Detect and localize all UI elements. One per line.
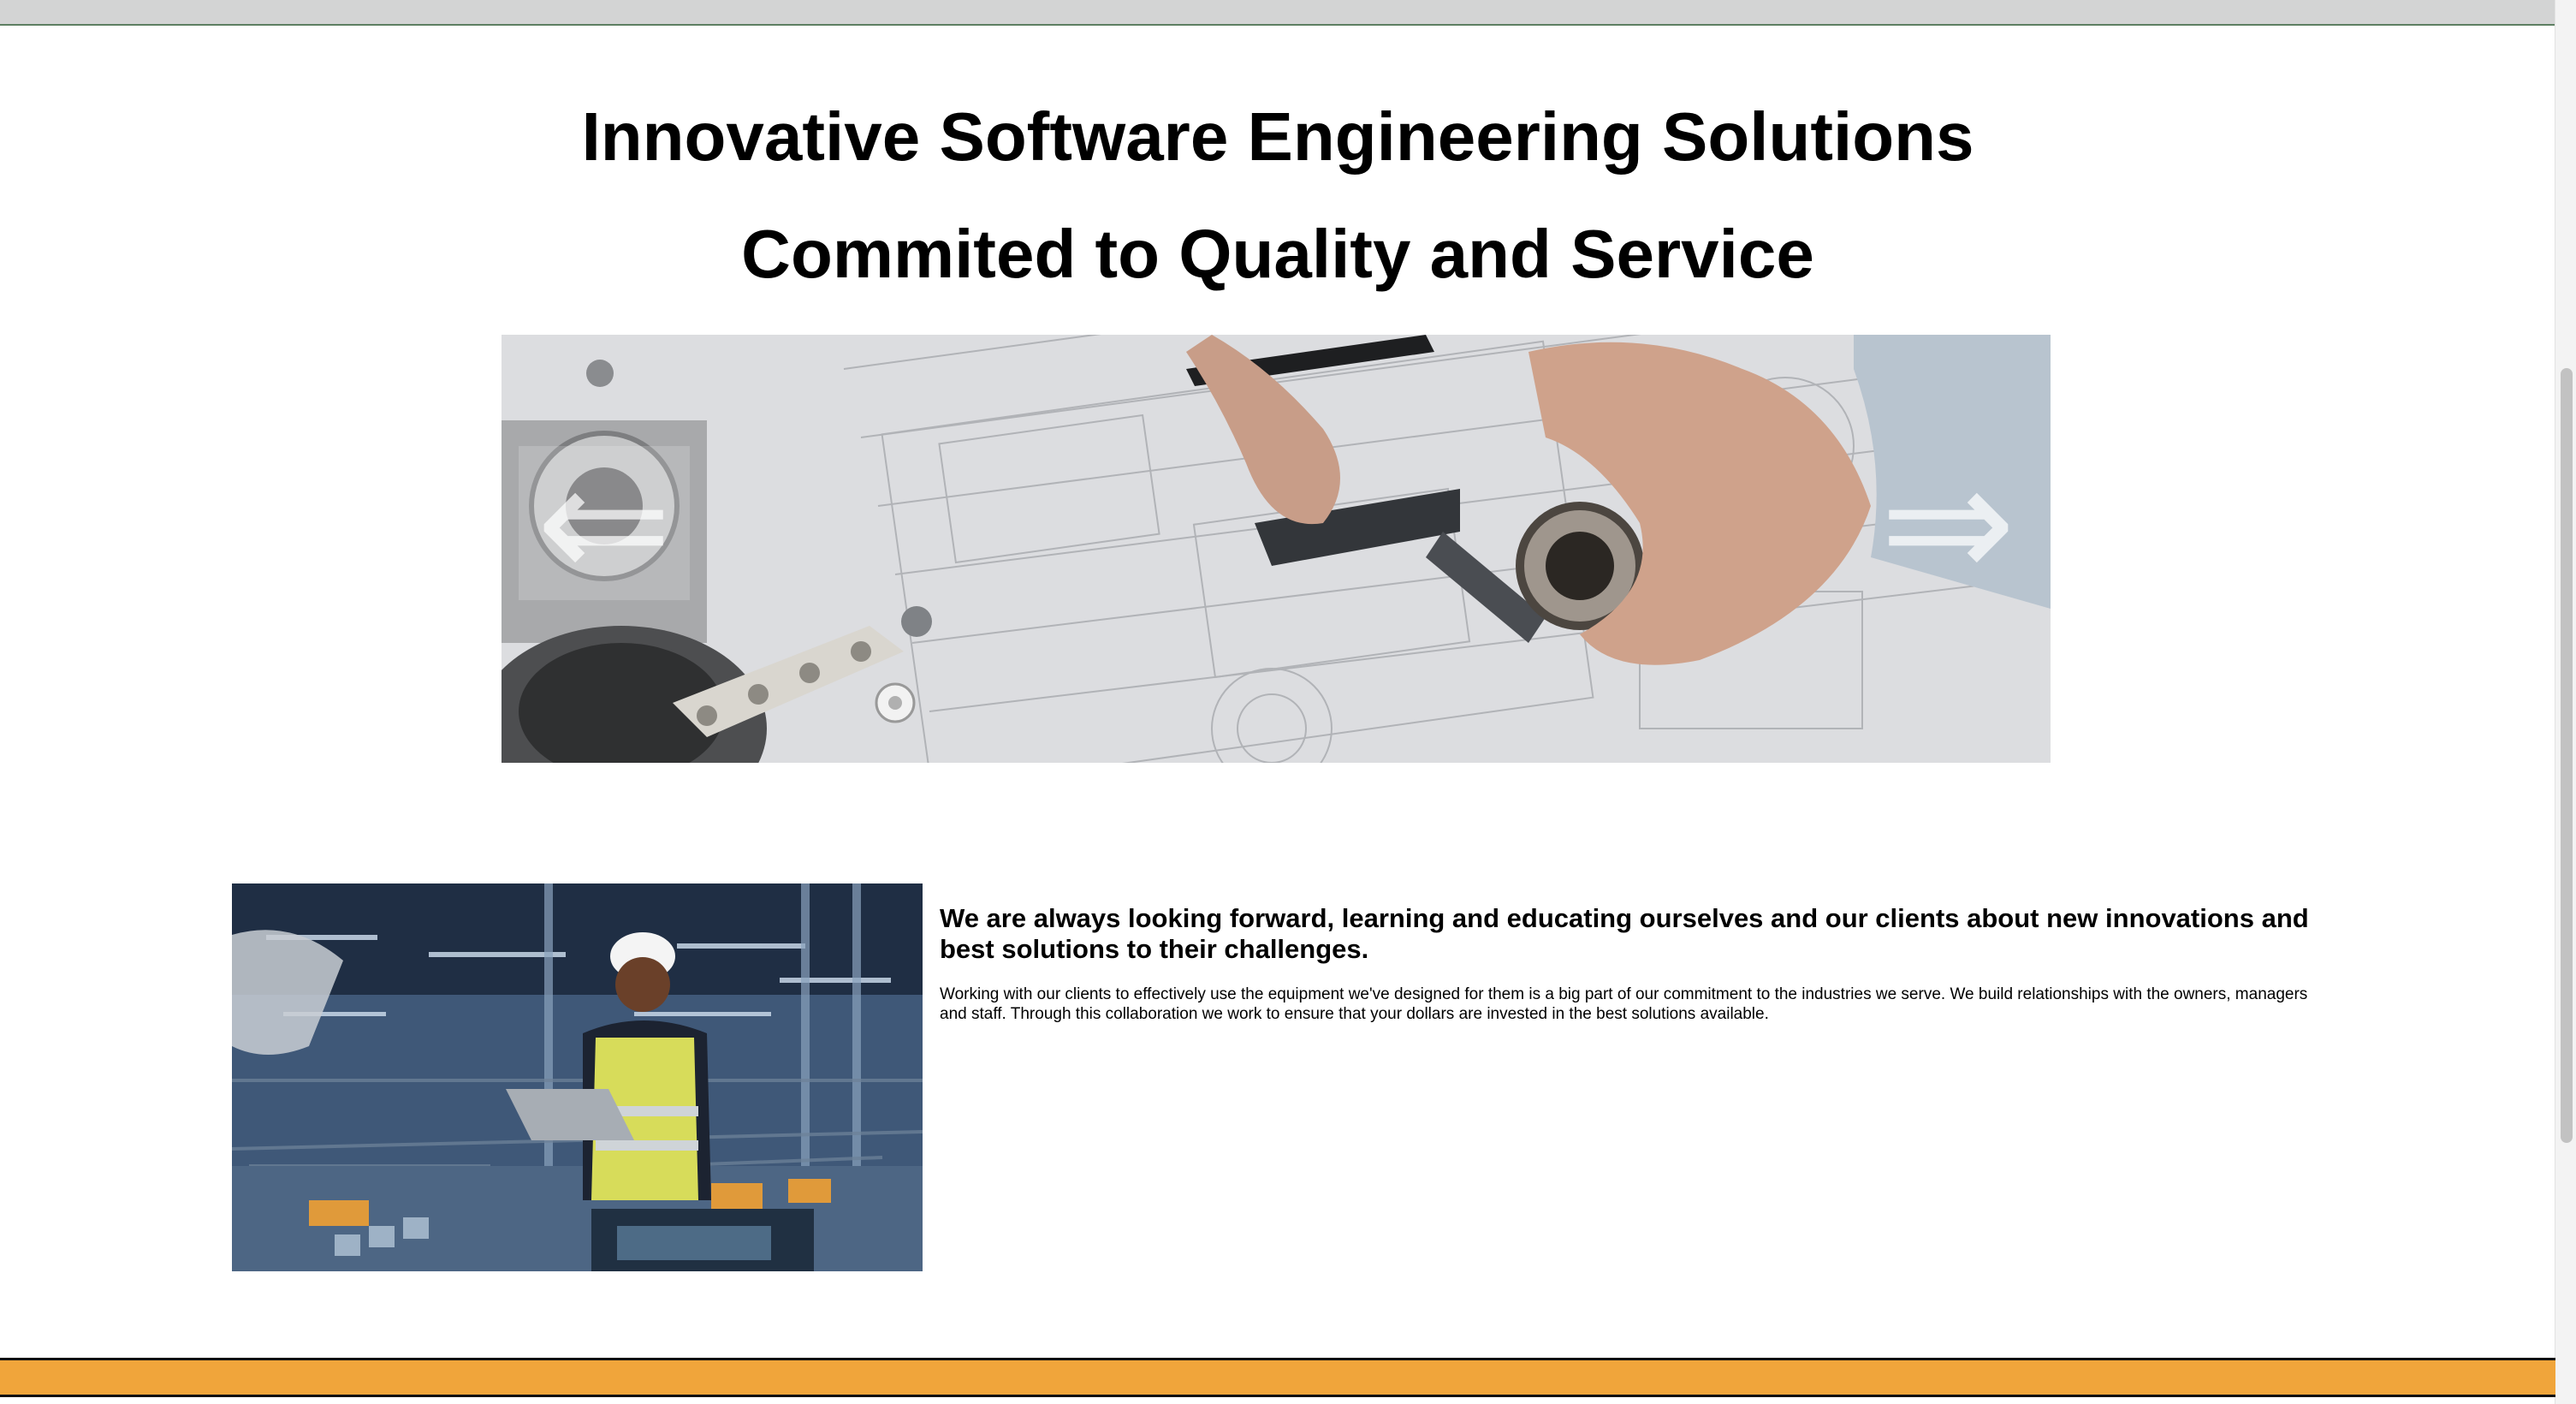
page-subtitle: Commited to Quality and Service <box>741 216 1814 292</box>
carousel-next-arrow[interactable]: ⇒ <box>1862 442 2033 604</box>
page-scrollbar[interactable] <box>2555 0 2576 1404</box>
image-carousel[interactable]: ⇐ ⇒ <box>502 335 2051 763</box>
page-title: Innovative Software Engineering Solution… <box>581 98 1974 175</box>
top-bar <box>0 0 2555 26</box>
carousel-prev-arrow[interactable]: ⇐ <box>519 442 690 604</box>
footer-bar <box>0 1358 2555 1397</box>
feature-text-block: We are always looking forward, learning … <box>940 903 2309 1025</box>
feature-body: Working with our clients to effectively … <box>940 985 2308 1024</box>
engineer-factory-photo <box>232 883 923 1271</box>
feature-heading: We are always looking forward, learning … <box>940 903 2309 964</box>
scrollbar-thumb[interactable] <box>2561 368 2573 1143</box>
carousel-slide-image <box>502 335 2051 763</box>
